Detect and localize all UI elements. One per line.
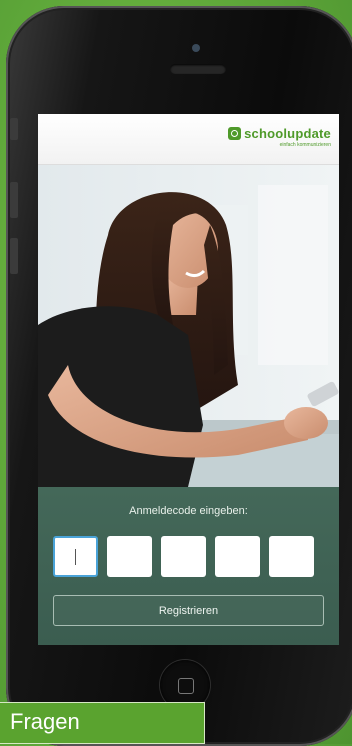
code-prompt: Anmeldecode eingeben: — [129, 505, 248, 517]
app-header: schoolupdate einfach kommunizieren — [38, 114, 339, 165]
schoolupdate-logo-icon — [228, 127, 242, 140]
register-button[interactable]: Registrieren — [53, 595, 324, 626]
volume-up-button — [10, 182, 18, 218]
fragen-button[interactable]: Fragen — [0, 702, 205, 744]
code-digit-2[interactable] — [107, 536, 152, 577]
hero-photo — [38, 165, 339, 487]
woman-with-phone-image — [38, 165, 339, 487]
text-caret — [74, 548, 77, 565]
app-screen: schoolupdate einfach kommunizieren Anmel… — [38, 114, 339, 645]
code-digit-3[interactable] — [161, 536, 206, 577]
front-camera — [192, 44, 200, 52]
code-digit-4[interactable] — [215, 536, 260, 577]
brand-name: schoolupdate — [244, 126, 331, 141]
code-digit-1[interactable] — [53, 536, 98, 577]
volume-down-button — [10, 238, 18, 274]
code-input-row — [53, 536, 314, 577]
brand-tagline: einfach kommunizieren — [279, 142, 331, 148]
brand-logo: schoolupdate einfach kommunizieren — [228, 126, 331, 148]
mute-switch — [10, 118, 18, 140]
earpiece-speaker — [170, 64, 226, 74]
login-panel: Anmeldecode eingeben: Registrieren — [38, 487, 339, 645]
code-digit-5[interactable] — [269, 536, 314, 577]
